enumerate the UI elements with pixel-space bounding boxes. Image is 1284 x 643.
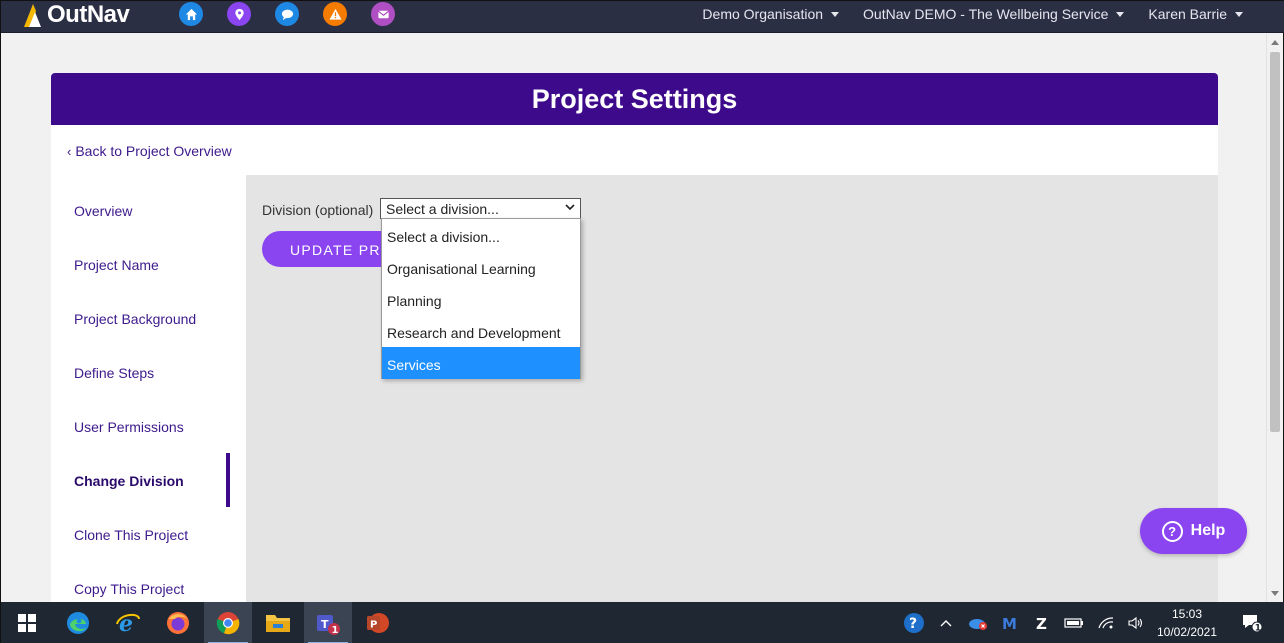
- sidebar-item-change-division[interactable]: Change Division: [74, 473, 184, 489]
- sidebar-item-user-permissions[interactable]: User Permissions: [74, 419, 184, 435]
- sidebar-item-overview[interactable]: Overview: [74, 203, 132, 219]
- chat-icon[interactable]: [275, 2, 299, 26]
- volume-icon[interactable]: [1121, 602, 1151, 643]
- chevron-left-icon: ‹: [67, 143, 72, 159]
- back-link-label: Back to Project Overview: [75, 143, 232, 159]
- question-mark-icon: ?: [1161, 520, 1183, 542]
- page-title: Project Settings: [531, 83, 738, 114]
- mail-icon[interactable]: [371, 2, 395, 26]
- clock-date: 10/02/2021: [1156, 625, 1218, 639]
- svg-text:?: ?: [909, 616, 917, 632]
- organisation-dropdown[interactable]: Demo Organisation: [702, 6, 840, 22]
- malwarebytes-letter: M: [1002, 615, 1017, 631]
- dropdown-option-highlighted[interactable]: Services: [382, 347, 580, 379]
- file-explorer-icon[interactable]: [254, 602, 302, 643]
- division-select[interactable]: Select a division...: [380, 198, 581, 219]
- sidebar-item-copy-project[interactable]: Copy This Project: [74, 581, 184, 597]
- chevron-down-icon: [565, 204, 575, 211]
- back-to-overview-link[interactable]: ‹ Back to Project Overview: [67, 143, 232, 159]
- scroll-down-arrow-icon[interactable]: [1271, 591, 1279, 596]
- scroll-up-arrow-icon[interactable]: [1271, 40, 1279, 45]
- system-clock[interactable]: 15:03 10/02/2021: [1151, 605, 1223, 641]
- teams-badge: 1: [332, 625, 339, 636]
- scrollbar-thumb[interactable]: [1270, 52, 1280, 432]
- user-dropdown[interactable]: Karen Barrie: [1148, 6, 1243, 22]
- project-name: OutNav DEMO - The Wellbeing Service: [863, 6, 1109, 22]
- windows-taskbar: e T1 P ? M Z 15:03 10/02/2021 1: [1, 602, 1284, 643]
- settings-sidebar: Overview Project Name Project Background…: [51, 175, 246, 602]
- help-button[interactable]: ? Help: [1140, 508, 1247, 554]
- project-dropdown[interactable]: OutNav DEMO - The Wellbeing Service: [863, 6, 1125, 22]
- zoom-letter: Z: [1036, 615, 1047, 631]
- outnav-mark-icon: [24, 4, 41, 27]
- sidebar-item-define-steps[interactable]: Define Steps: [74, 365, 154, 381]
- organisation-name: Demo Organisation: [702, 6, 824, 22]
- wifi-icon[interactable]: [1091, 602, 1121, 643]
- home-icon[interactable]: [179, 2, 203, 26]
- internet-explorer-icon[interactable]: e: [104, 602, 152, 643]
- onedrive-error-icon[interactable]: [963, 602, 993, 643]
- warning-icon[interactable]: [323, 2, 347, 26]
- logo-text: OutNav: [47, 1, 130, 28]
- powerpoint-icon[interactable]: P: [354, 602, 402, 643]
- active-indicator: [226, 453, 230, 507]
- chevron-down-icon: [831, 11, 840, 17]
- sidebar-item-project-name[interactable]: Project Name: [74, 257, 159, 273]
- powerpoint-letter: P: [370, 620, 377, 631]
- battery-icon[interactable]: [1059, 602, 1089, 643]
- sidebar-item-project-background[interactable]: Project Background: [74, 311, 196, 327]
- division-dropdown-list: Select a division... Organisational Lear…: [381, 218, 581, 379]
- windows-start-icon[interactable]: [3, 602, 51, 643]
- help-tray-icon[interactable]: ?: [899, 602, 929, 643]
- clock-time: 15:03: [1171, 607, 1203, 621]
- dropdown-option[interactable]: Research and Development: [382, 315, 580, 347]
- edge-browser-icon[interactable]: [54, 602, 102, 643]
- firefox-icon[interactable]: [154, 602, 202, 643]
- teams-letter: T: [321, 618, 329, 631]
- help-label: Help: [1190, 522, 1226, 539]
- page-scrollbar[interactable]: [1266, 34, 1282, 602]
- user-name: Karen Barrie: [1148, 6, 1227, 22]
- zoom-icon[interactable]: Z: [1027, 602, 1057, 643]
- chevron-down-icon: [1235, 11, 1243, 17]
- notification-center-icon[interactable]: 1: [1237, 602, 1267, 643]
- dropdown-option[interactable]: Planning: [382, 283, 580, 315]
- dropdown-option[interactable]: Select a division...: [382, 219, 580, 251]
- page-header: Project Settings: [51, 73, 1218, 125]
- top-navbar: OutNav Demo Organisation OutNav DEMO - T…: [1, 1, 1284, 33]
- division-label: Division (optional): [262, 202, 374, 218]
- chrome-icon[interactable]: [204, 602, 252, 643]
- outnav-logo[interactable]: OutNav: [21, 1, 130, 29]
- sidebar-item-clone-project[interactable]: Clone This Project: [74, 527, 188, 543]
- back-row: ‹ Back to Project Overview: [51, 125, 1218, 175]
- chevron-up-icon[interactable]: [931, 602, 961, 643]
- chevron-down-icon: [1116, 11, 1125, 17]
- dropdown-option[interactable]: Organisational Learning: [382, 251, 580, 283]
- location-pin-icon[interactable]: [227, 2, 251, 26]
- notification-badge: 1: [1255, 624, 1261, 634]
- teams-icon[interactable]: T1: [304, 602, 352, 643]
- malwarebytes-icon[interactable]: M: [995, 602, 1025, 643]
- division-select-value: Select a division...: [386, 201, 499, 217]
